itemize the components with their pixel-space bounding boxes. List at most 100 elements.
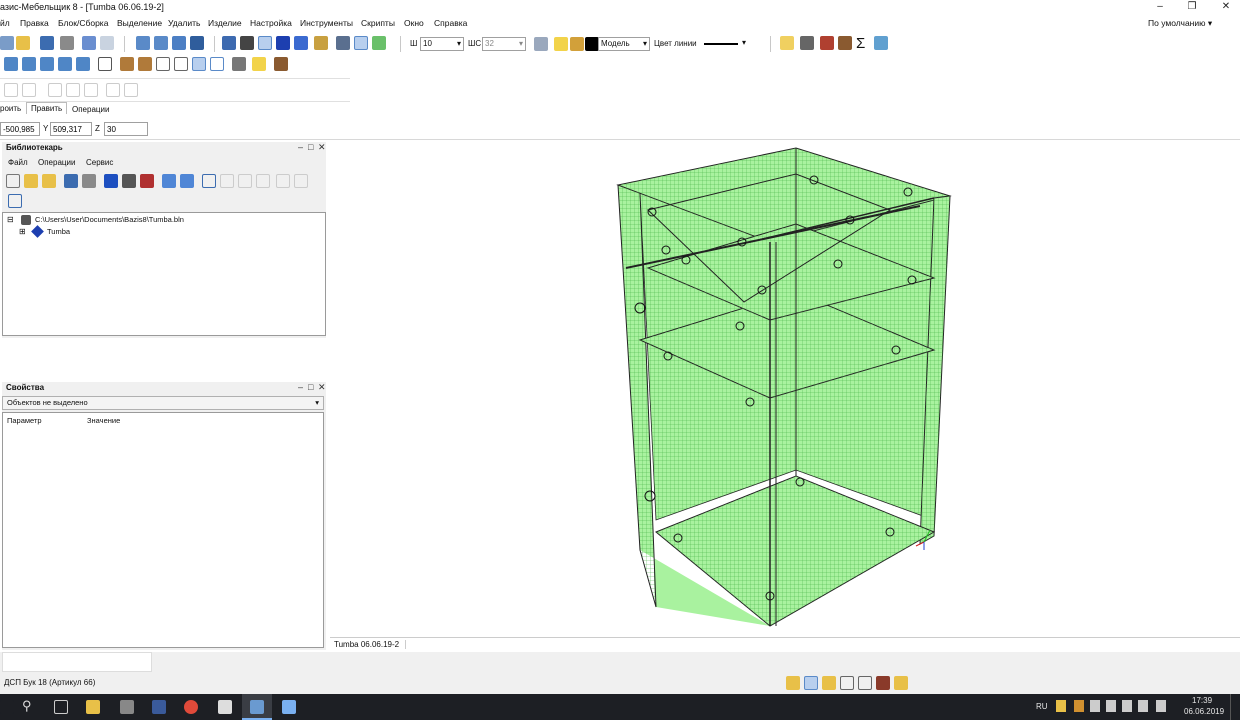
maximize-icon[interactable]: □ — [308, 382, 313, 392]
calculator-icon[interactable] — [218, 700, 232, 714]
ws-select[interactable]: 32 ▾ — [482, 37, 526, 51]
refresh-icon[interactable] — [372, 36, 386, 50]
section-icon[interactable] — [210, 57, 224, 71]
librarian-menu-service[interactable]: Сервис — [86, 158, 113, 167]
op-icon[interactable] — [48, 83, 62, 97]
new-icon[interactable] — [0, 36, 14, 50]
wireframe-icon[interactable] — [156, 57, 170, 71]
lock-icon[interactable] — [570, 37, 584, 51]
open-folder-icon[interactable] — [16, 36, 30, 50]
tray-icon[interactable] — [1074, 700, 1084, 712]
arrow-up-icon[interactable] — [162, 174, 176, 188]
y-coordinate-input[interactable] — [50, 122, 92, 136]
search-icon[interactable] — [220, 174, 234, 188]
menu-block[interactable]: Блок/Сборка — [58, 18, 108, 28]
op-icon[interactable] — [106, 83, 120, 97]
tab-tumba[interactable]: Tumba 06.06.19-2 — [334, 640, 407, 649]
preset-dropdown[interactable]: По умолчанию ▾ — [1148, 18, 1212, 29]
rotate-icon[interactable] — [98, 57, 112, 71]
collapse-icon[interactable] — [276, 174, 290, 188]
chrome-icon[interactable] — [184, 700, 198, 714]
ortho-icon[interactable] — [258, 36, 272, 50]
menu-selection[interactable]: Выделение — [117, 18, 162, 28]
save-icon[interactable] — [40, 36, 54, 50]
line-icon[interactable] — [294, 36, 308, 50]
highlight-icon[interactable] — [780, 36, 794, 50]
start-icon[interactable] — [0, 700, 14, 714]
view-back-icon[interactable] — [22, 57, 36, 71]
reports-icon[interactable] — [874, 36, 888, 50]
search-icon[interactable]: ⚲ — [22, 698, 32, 714]
minimize-button[interactable]: – — [1152, 1, 1168, 14]
sum-icon[interactable]: Σ — [856, 35, 865, 52]
show-desktop-button[interactable] — [1230, 694, 1240, 720]
new-icon[interactable] — [6, 174, 20, 188]
scissors-icon[interactable] — [800, 36, 814, 50]
grid-icon[interactable] — [240, 36, 254, 50]
tab-edit[interactable]: Править — [26, 102, 68, 114]
print-icon[interactable] — [82, 174, 96, 188]
expand-icon[interactable]: ⊞ — [19, 227, 26, 236]
collapse-icon[interactable]: ⊟ — [7, 215, 14, 224]
hidden-lines-icon[interactable] — [174, 57, 188, 71]
explorer-icon[interactable] — [86, 700, 100, 714]
model-viewport[interactable] — [330, 140, 1240, 636]
zoom-all-icon[interactable] — [154, 36, 168, 50]
lock-icon[interactable] — [238, 174, 252, 188]
grid-toggle-icon[interactable] — [822, 676, 836, 690]
op-icon[interactable] — [124, 83, 138, 97]
table-icon[interactable] — [840, 676, 854, 690]
view-left-icon[interactable] — [40, 57, 54, 71]
tab-operations[interactable]: Операции — [72, 105, 109, 114]
keyboard-icon[interactable] — [1156, 700, 1166, 712]
app-icon[interactable] — [282, 700, 296, 714]
z-coordinate-input[interactable] — [104, 122, 148, 136]
librarian-menu-file[interactable]: Файл — [8, 158, 28, 167]
app-icon[interactable] — [152, 700, 166, 714]
view-right-icon[interactable] — [58, 57, 72, 71]
selection-select[interactable]: Объектов не выделено ▾ — [2, 396, 324, 410]
arrow-down-icon[interactable] — [180, 174, 194, 188]
color-swatch-icon[interactable] — [585, 37, 599, 51]
tree-item-tumba[interactable]: Tumba — [47, 227, 70, 236]
menu-scripts[interactable]: Скрипты — [361, 18, 395, 28]
op-icon[interactable] — [4, 83, 18, 97]
view-front-icon[interactable] — [4, 57, 18, 71]
command-line[interactable] — [2, 652, 152, 672]
snap-toggle-icon[interactable] — [786, 676, 800, 690]
textured-icon[interactable] — [138, 57, 152, 71]
menu-edit[interactable]: Правка — [20, 18, 49, 28]
print-icon[interactable] — [60, 36, 74, 50]
menu-tools[interactable]: Инструменты — [300, 18, 353, 28]
close-button[interactable]: ✕ — [1218, 1, 1234, 14]
language-indicator[interactable]: RU — [1036, 702, 1048, 711]
view-top-icon[interactable] — [76, 57, 90, 71]
magnet-icon[interactable] — [276, 36, 290, 50]
camera-icon[interactable] — [232, 57, 246, 71]
maximize-icon[interactable]: □ — [308, 142, 313, 152]
x-coordinate-input[interactable] — [0, 122, 40, 136]
tray-icon[interactable] — [1056, 700, 1066, 712]
op-icon[interactable] — [22, 83, 36, 97]
minimize-icon[interactable]: – — [298, 142, 303, 152]
rename-icon[interactable] — [122, 174, 136, 188]
tab-build[interactable]: роить — [0, 104, 21, 113]
unlock-icon[interactable] — [256, 174, 270, 188]
add-folder-icon[interactable] — [42, 174, 56, 188]
save-icon[interactable] — [64, 174, 78, 188]
restore-button[interactable]: ❐ — [1184, 1, 1200, 14]
line-style-select[interactable]: ▾ — [700, 37, 748, 51]
snap-icon[interactable] — [222, 36, 236, 50]
measure-icon[interactable] — [314, 36, 328, 50]
undo-icon[interactable] — [82, 36, 96, 50]
menu-file[interactable]: йл — [0, 18, 10, 28]
network-icon[interactable] — [1122, 700, 1132, 712]
pan-icon[interactable] — [190, 36, 204, 50]
task-view-icon[interactable] — [54, 700, 68, 714]
material-icon[interactable] — [876, 676, 890, 690]
edit-icon[interactable] — [104, 174, 118, 188]
minimize-icon[interactable]: – — [298, 382, 303, 392]
menu-product[interactable]: Изделие — [208, 18, 242, 28]
op-icon[interactable] — [66, 83, 80, 97]
materials-icon[interactable] — [274, 57, 288, 71]
